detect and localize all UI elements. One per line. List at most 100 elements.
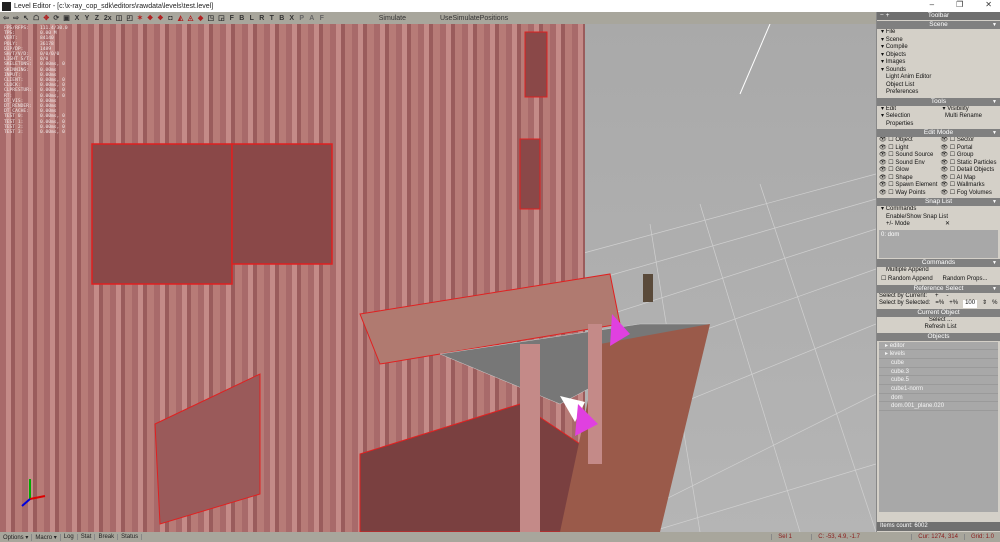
section-edit-mode[interactable]: Edit Mode ▼ — [877, 129, 1000, 137]
edit-mode-group[interactable]: 👁 ☐ Group — [939, 152, 1000, 160]
edit-mode-sound-env[interactable]: 👁 ☐ Sound Env — [877, 160, 939, 168]
zoom-selected-icon[interactable]: ◲ — [218, 14, 225, 22]
axis-z-button[interactable]: Z — [94, 15, 100, 22]
view-back-button[interactable]: B — [239, 15, 245, 22]
checkbox[interactable]: ☐ — [948, 137, 957, 143]
status-button[interactable]: Status — [118, 534, 143, 540]
use-simulate-positions-button[interactable]: UseSimulatePositions — [440, 15, 508, 22]
preferences-link[interactable]: Preferences — [877, 89, 1000, 97]
break-button[interactable]: Break — [95, 534, 119, 540]
refresh-list-button[interactable]: Refresh List — [877, 324, 1000, 332]
eye-icon[interactable]: 👁 — [941, 160, 949, 166]
object-tree-item[interactable]: cube.5 — [879, 376, 998, 385]
rotate-icon[interactable]: ⟳ — [53, 14, 59, 22]
section-snap-list[interactable]: Snap List ▼ — [877, 198, 1000, 206]
minimize-button[interactable]: – — [930, 0, 934, 9]
section-current-object[interactable]: Current Object — [877, 308, 1000, 317]
selection-menu[interactable]: ▾ Selection — [877, 113, 936, 121]
objects-tree[interactable]: ▸ editor ▸ levels cube cube.3 cube.5 cube1-no… — [879, 341, 998, 512]
object-tree-item[interactable]: ▸ editor — [879, 342, 998, 351]
select-selected-eq-pct-button[interactable]: =% — [935, 300, 944, 308]
eye-icon[interactable]: 👁 — [879, 137, 887, 143]
multiple-append-link[interactable]: Multiple Append — [877, 267, 1000, 275]
snap-grid-icon[interactable]: ◫ — [116, 14, 123, 22]
section-commands[interactable]: Commands ▼ — [877, 258, 1000, 267]
fly-camera-icon[interactable]: F — [319, 15, 325, 22]
light-anim-editor-link[interactable]: Light Anim Editor — [877, 74, 1000, 82]
3d-viewport[interactable]: FPS/RFPS: 111.4/30.0 TPS: 0.00 M VERT: 841… — [0, 24, 876, 532]
edit-mode-ai-map[interactable]: 👁 ☐ AI Map — [939, 175, 1000, 183]
snap-toggle-icon[interactable]: ◘ — [168, 15, 174, 22]
free-camera-icon[interactable]: A — [309, 15, 315, 22]
snap-mode-toggle[interactable]: +/- Mode — [877, 221, 941, 229]
edit-mode-portal[interactable]: 👁 ☐ Portal — [939, 145, 1000, 153]
eye-icon[interactable]: 👁 — [879, 182, 887, 188]
panel-collapse-controls[interactable]: − + — [880, 12, 889, 20]
axis-zx-button[interactable]: 2x — [104, 15, 112, 22]
undo-icon[interactable]: ⇦ — [3, 14, 9, 22]
snap-commands-menu[interactable]: ▾ Commands — [877, 206, 1000, 214]
move-icon[interactable]: ✥ — [43, 14, 49, 22]
snap-entry[interactable]: 0: dom — [881, 232, 996, 238]
scene-menu-images[interactable]: ▾ Images — [877, 59, 1000, 67]
simulate-button[interactable]: Simulate — [379, 15, 406, 22]
object-tree-item[interactable]: dom — [879, 394, 998, 403]
snap-angle-icon[interactable]: ◭ — [178, 14, 184, 22]
clear-snap-button[interactable]: ✕ — [941, 221, 1000, 229]
scene-menu-compile[interactable]: ▾ Compile — [877, 44, 1000, 52]
view-top-button[interactable]: T — [269, 15, 275, 22]
checkbox[interactable]: ☐ — [948, 152, 957, 158]
select-object-button[interactable]: Select ... — [877, 317, 1000, 325]
axis-y-button[interactable]: Y — [84, 15, 90, 22]
edit-mode-object[interactable]: 👁 ☐ Object — [877, 137, 939, 145]
snap-list-box[interactable]: 0: dom — [879, 229, 998, 258]
edit-mode-sector[interactable]: 👁 ☐ Sector — [939, 137, 1000, 145]
checkbox[interactable]: ☐ — [948, 145, 957, 151]
eye-icon[interactable]: 👁 — [941, 190, 949, 196]
view-bottom-button[interactable]: B — [279, 15, 285, 22]
select-icon[interactable]: ↖ — [23, 14, 29, 22]
maximize-button[interactable]: ❐ — [956, 0, 963, 9]
scene-menu-file[interactable]: ▾ File — [877, 29, 1000, 37]
object-list-link[interactable]: Object List — [877, 82, 1000, 90]
eye-icon[interactable]: 👁 — [879, 145, 887, 151]
visibility-menu[interactable]: ▾ Visibility — [939, 106, 1000, 114]
view-left-button[interactable]: L — [249, 15, 255, 22]
checkbox[interactable]: ☐ — [948, 175, 956, 181]
random-props-button[interactable]: Random Props... — [939, 276, 1000, 284]
eye-icon[interactable]: 👁 — [879, 175, 887, 181]
camera-icon[interactable]: ☖ — [33, 14, 39, 22]
redo-icon[interactable]: ⇨ — [13, 14, 19, 22]
edit-mode-light[interactable]: 👁 ☐ Light — [877, 145, 939, 153]
eye-icon[interactable]: 👁 — [941, 145, 949, 151]
axis-x-button[interactable]: X — [74, 15, 80, 22]
edit-mode-spawn-element[interactable]: 👁 ☐ Spawn Element — [877, 182, 939, 190]
eye-icon[interactable]: 👁 — [879, 167, 887, 173]
edit-menu[interactable]: ▾ Edit — [877, 106, 939, 114]
section-reference-select[interactable]: Reference Select ▼ — [877, 284, 1000, 293]
edit-mode-static-particles[interactable]: 👁 ☐ Static Particles — [939, 160, 1000, 168]
select-current-minus-button[interactable]: - — [947, 293, 949, 301]
edit-mode-glow[interactable]: 👁 ☐ Glow — [877, 167, 939, 175]
object-tree-item[interactable]: cube — [879, 359, 998, 368]
checkbox[interactable]: ☐ — [948, 167, 957, 173]
eye-icon[interactable]: 👁 — [941, 182, 949, 188]
eye-icon[interactable]: 👁 — [879, 190, 887, 196]
edit-mode-way-points[interactable]: 👁 ☐ Way Points — [877, 190, 939, 198]
scene-menu-scene[interactable]: ▾ Scene — [877, 37, 1000, 45]
snap-scale-icon[interactable]: ◆ — [198, 14, 204, 22]
section-scene[interactable]: Scene ▼ — [877, 21, 1000, 29]
percent-input[interactable]: 100 — [963, 300, 978, 308]
eye-icon[interactable]: 👁 — [879, 152, 887, 158]
eye-icon[interactable]: 👁 — [879, 160, 887, 166]
eye-icon[interactable]: 👁 — [941, 137, 949, 143]
multi-rename-link[interactable]: Multi Rename — [936, 113, 1000, 121]
edit-mode-fog-volumes[interactable]: 👁 ☐ Fog Volumes — [939, 190, 1000, 198]
section-objects[interactable]: Objects — [877, 332, 1000, 341]
checkbox[interactable]: ☐ — [948, 160, 957, 166]
snap-rotate-icon[interactable]: ❖ — [157, 14, 163, 22]
perspective-icon[interactable]: P — [299, 15, 305, 22]
scene-menu-sounds[interactable]: ▾ Sounds — [877, 67, 1000, 75]
scale-icon[interactable]: ▣ — [63, 14, 70, 22]
view-front-button[interactable]: F — [229, 15, 235, 22]
